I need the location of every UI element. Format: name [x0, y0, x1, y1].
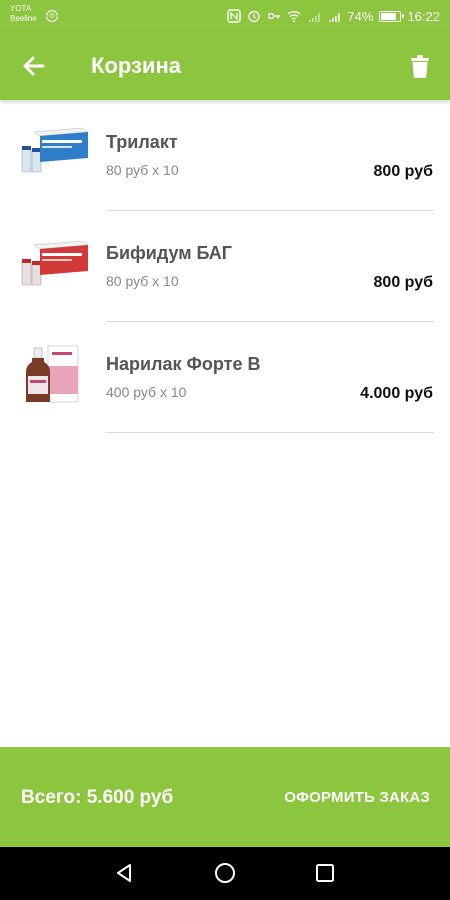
arrow-left-icon	[23, 56, 45, 76]
status-bar: YOTA Beeline ◎ 74% 16:22	[0, 0, 450, 32]
product-price: 4.000 руб	[360, 385, 433, 402]
cart-list: Трилакт 80 руб x 10 800 руб Бифидум БАГ …	[0, 100, 450, 433]
back-triangle-icon[interactable]	[112, 861, 136, 885]
key-icon	[268, 12, 281, 20]
app-bar: Корзина	[0, 32, 450, 100]
cart-item[interactable]: Нарилак Форте В 400 руб x 10 4.000 руб	[0, 322, 450, 433]
system-nav-bar	[0, 847, 450, 900]
back-button[interactable]	[16, 48, 52, 84]
product-image	[21, 240, 89, 286]
product-quantity: 400 руб x 10	[106, 384, 187, 400]
product-quantity: 80 руб x 10	[106, 162, 179, 178]
battery-icon	[379, 10, 405, 22]
product-image	[26, 345, 79, 403]
trash-icon	[411, 55, 429, 78]
carrier-2: Beeline	[10, 14, 37, 23]
product-quantity: 80 руб x 10	[106, 273, 179, 289]
battery-percent: 74%	[347, 8, 374, 24]
checkout-button[interactable]: ОФОРМИТЬ ЗАКАЗ	[284, 789, 430, 806]
checkout-bar: Всего: 5.600 руб ОФОРМИТЬ ЗАКАЗ	[0, 747, 450, 847]
product-price: 800 руб	[373, 163, 433, 180]
total-amount: Всего: 5.600 руб	[21, 787, 174, 808]
product-price: 800 руб	[373, 274, 433, 291]
alarm-icon	[248, 10, 261, 23]
cart-item[interactable]: Бифидум БАГ 80 руб x 10 800 руб	[0, 211, 450, 322]
carrier-info: YOTA Beeline	[10, 4, 37, 24]
page-title: Корзина	[91, 53, 181, 78]
cart-item[interactable]: Трилакт 80 руб x 10 800 руб	[0, 100, 450, 211]
status-icons: 74% 16:22	[227, 7, 440, 25]
product-name: Нарилак Форте В	[106, 354, 261, 374]
signal-icon	[329, 13, 341, 22]
wifi-icon	[287, 11, 301, 22]
product-image	[21, 127, 89, 173]
nfc-icon	[227, 9, 242, 23]
product-name: Трилакт	[106, 132, 178, 152]
signal-weak-icon	[309, 13, 321, 22]
carrier-1: YOTA	[10, 4, 32, 13]
vpn-icon: ◎	[46, 10, 58, 22]
divider	[106, 432, 434, 433]
clear-cart-button[interactable]	[402, 48, 438, 84]
clock: 16:22	[407, 8, 440, 24]
product-name: Бифидум БАГ	[106, 243, 233, 263]
recents-square-icon[interactable]	[313, 861, 337, 885]
home-circle-icon[interactable]	[213, 861, 237, 885]
